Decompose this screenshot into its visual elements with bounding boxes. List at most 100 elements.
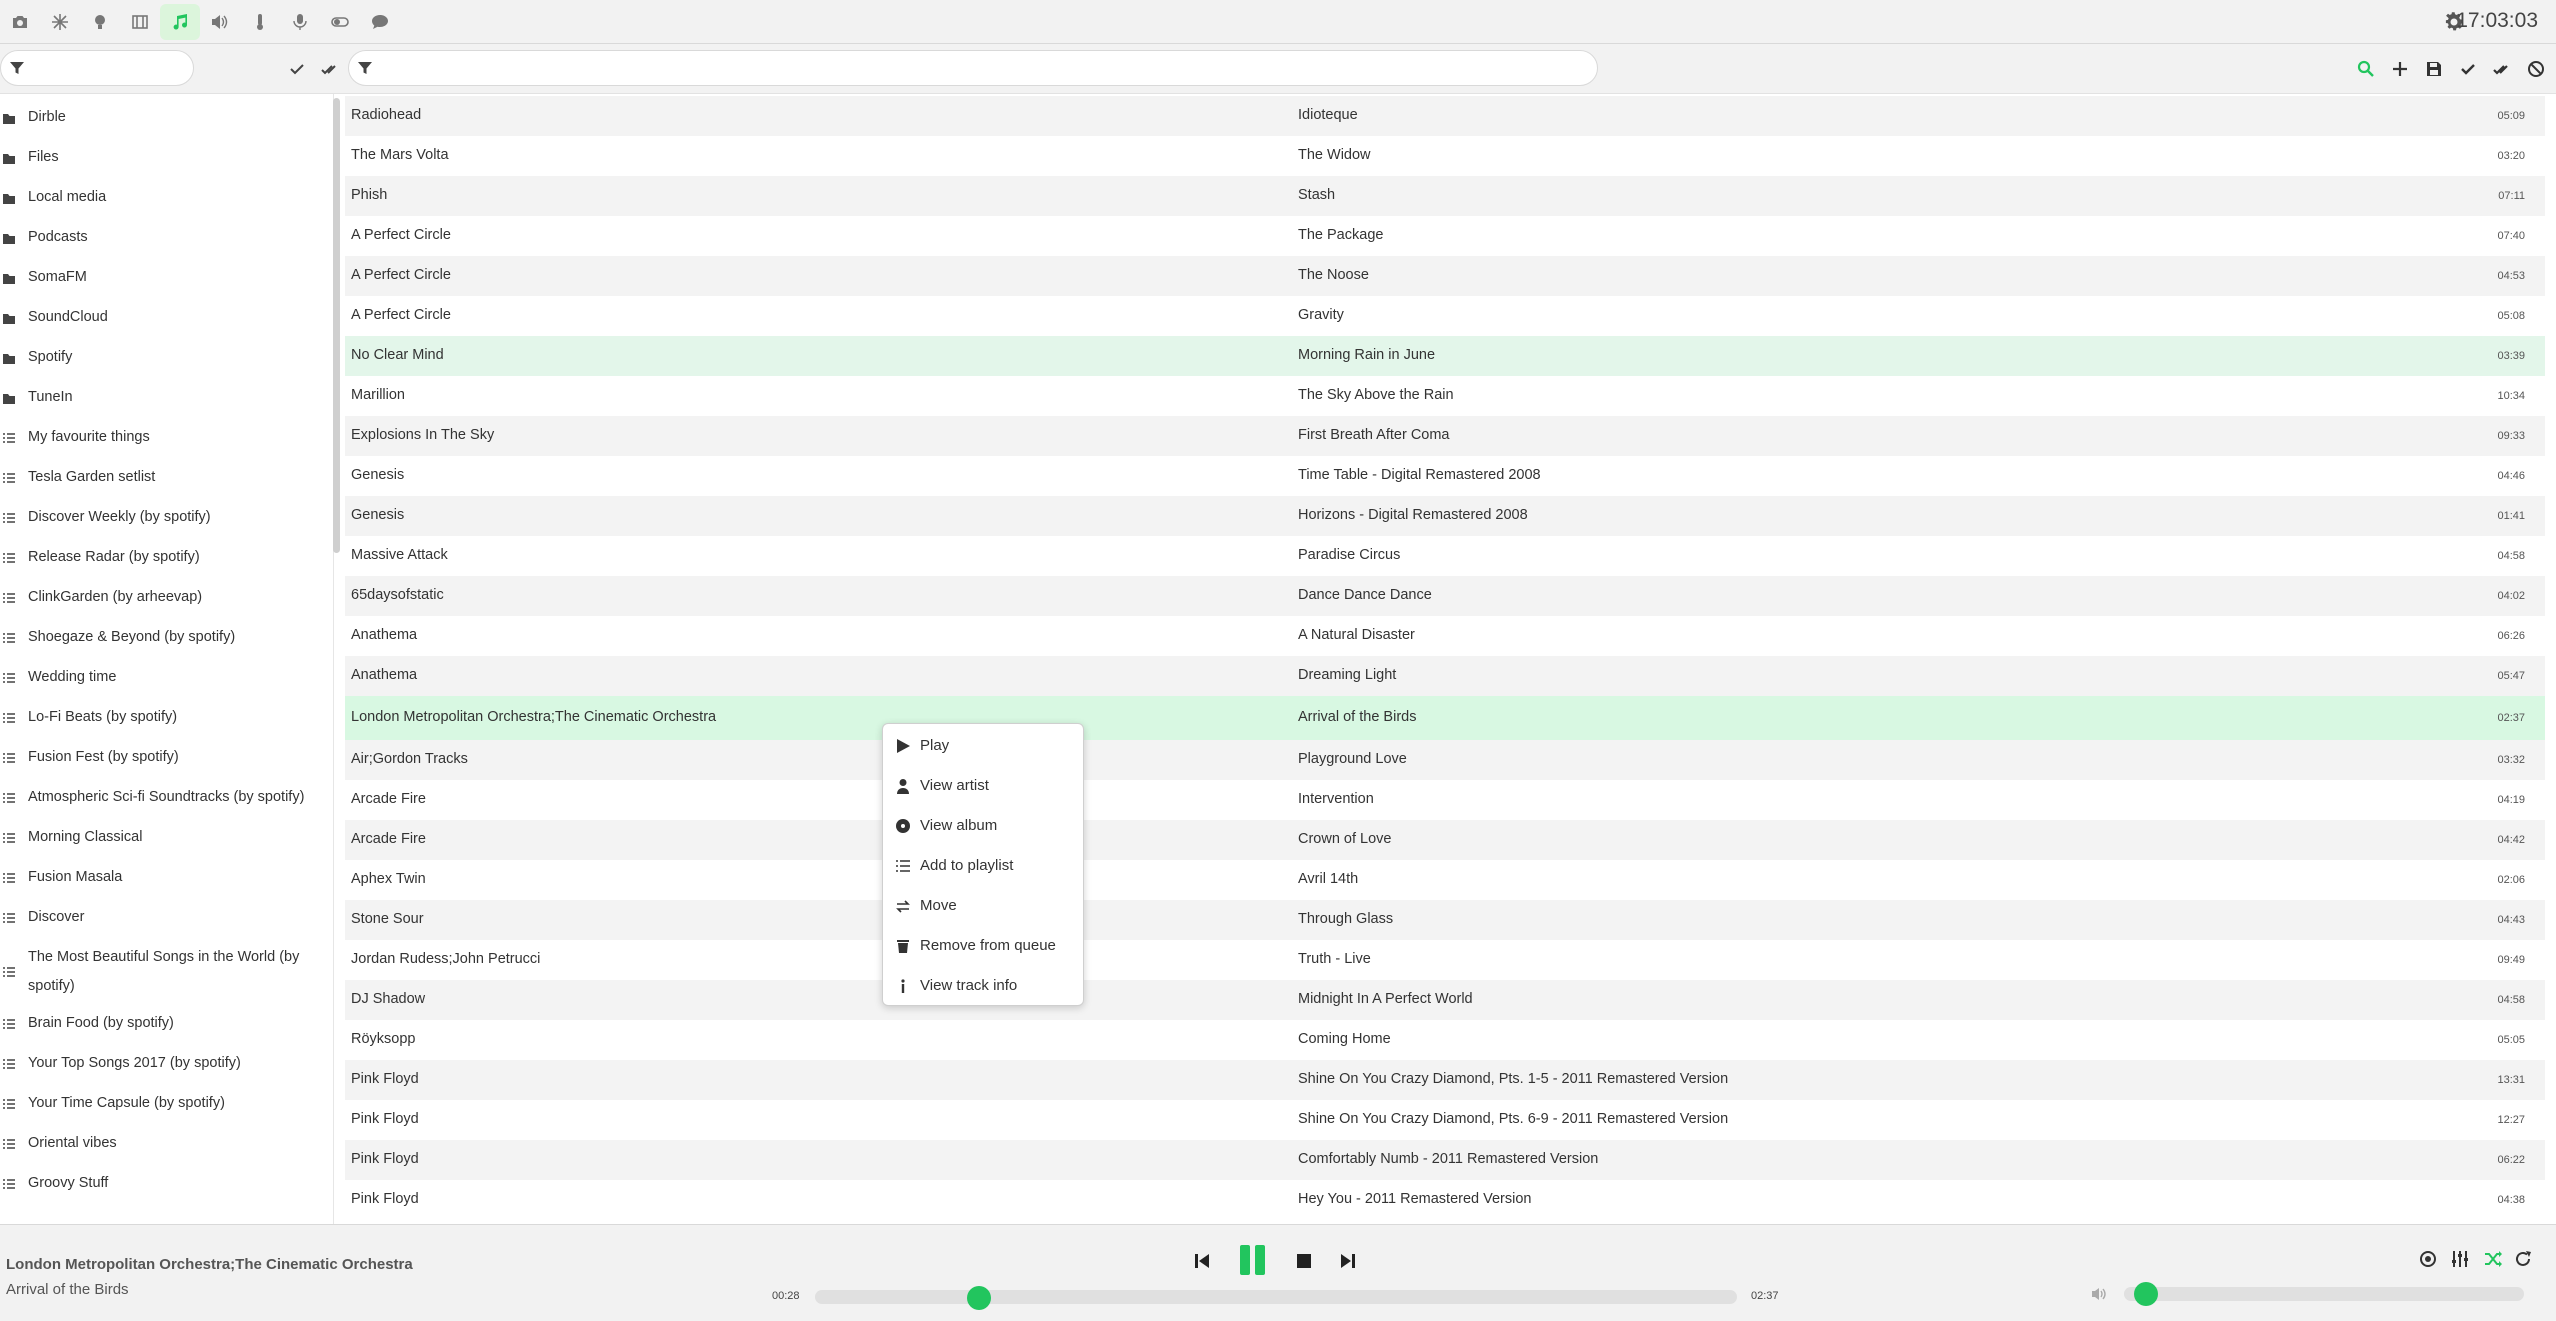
queue-row[interactable]: Pink Floyd Comfortably Numb - 2011 Remast… <box>345 1140 2545 1180</box>
plugin-button-camera[interactable] <box>0 4 40 40</box>
sidebar-item[interactable]: TuneIn <box>0 378 320 418</box>
sidebar-item[interactable]: ClinkGarden (by arheevap) <box>0 578 320 618</box>
queue-row[interactable]: Aphex Twin Avril 14th 02:06 <box>345 860 2545 900</box>
sidebar-item[interactable]: My favourite things <box>0 418 320 458</box>
now-playing-title[interactable]: Arrival of the Birds <box>6 1281 129 1298</box>
stop-icon[interactable] <box>1293 1250 1315 1272</box>
queue-row[interactable]: Stone Sour Through Glass 04:43 <box>345 900 2545 940</box>
queue-row[interactable]: Massive Attack Paradise Circus 04:58 <box>345 536 2545 576</box>
track-artist: Pink Floyd <box>351 1071 419 1087</box>
save-icon[interactable] <box>2424 59 2444 79</box>
queue-row[interactable]: A Perfect Circle Gravity 05:08 <box>345 296 2545 336</box>
queue-row[interactable]: London Metropolitan Orchestra;The Cinema… <box>345 696 2545 740</box>
context-menu-item[interactable]: Play <box>883 726 1083 766</box>
plugin-button-thermometer[interactable] <box>240 4 280 40</box>
search-icon[interactable] <box>2356 59 2376 79</box>
context-menu-item[interactable]: View artist <box>883 766 1083 806</box>
plugin-button-microphone[interactable] <box>280 4 320 40</box>
sidebar-item[interactable]: Dirble <box>0 98 320 138</box>
volume-knob[interactable] <box>2134 1282 2158 1306</box>
shuffle-icon[interactable] <box>2483 1249 2503 1269</box>
equalizer-icon[interactable] <box>2450 1249 2470 1269</box>
check-all-icon[interactable] <box>320 59 340 79</box>
queue-row[interactable]: Jordan Rudess;John Petrucci Truth - Live 0… <box>345 940 2545 980</box>
sidebar-item[interactable]: Lo-Fi Beats (by spotify) <box>0 698 320 738</box>
context-menu-item[interactable]: View track info <box>883 966 1083 1006</box>
sidebar-item[interactable]: Files <box>0 138 320 178</box>
sidebar-item[interactable]: Wedding time <box>0 658 320 698</box>
sidebar-filter-input[interactable] <box>31 55 181 81</box>
plugin-button-lightbulb[interactable] <box>80 4 120 40</box>
queue-row[interactable]: Air;Gordon Tracks Playground Love 03:32 <box>345 740 2545 780</box>
sidebar-item[interactable]: SoundCloud <box>0 298 320 338</box>
plugin-button-music[interactable] <box>160 4 200 40</box>
queue-row[interactable]: Röyksopp Coming Home 05:05 <box>345 1020 2545 1060</box>
queue-row[interactable]: A Perfect Circle The Package 07:40 <box>345 216 2545 256</box>
queue-row[interactable]: The Mars Volta The Widow 03:20 <box>345 136 2545 176</box>
sidebar-scrollbar[interactable] <box>333 98 340 553</box>
add-icon[interactable] <box>2390 59 2410 79</box>
plugin-button-film[interactable] <box>120 4 160 40</box>
pause-icon[interactable] <box>1238 1243 1268 1277</box>
queue-row[interactable]: Pink Floyd Shine On You Crazy Diamond, Pt… <box>345 1060 2545 1100</box>
context-menu-item[interactable]: Move <box>883 886 1083 926</box>
sidebar-item[interactable]: Morning Classical <box>0 818 320 858</box>
sidebar-item[interactable]: Discover <box>0 898 320 938</box>
queue-row[interactable]: 65daysofstatic Dance Dance Dance 04:02 <box>345 576 2545 616</box>
context-menu-item[interactable]: Add to playlist <box>883 846 1083 886</box>
seek-knob[interactable] <box>967 1286 992 1310</box>
block-icon[interactable] <box>2526 59 2546 79</box>
volume-slider[interactable] <box>2124 1282 2524 1306</box>
sidebar-item[interactable]: SomaFM <box>0 258 320 298</box>
plugin-button-volume[interactable] <box>200 4 240 40</box>
queue-row[interactable]: Arcade Fire Intervention 04:19 <box>345 780 2545 820</box>
context-menu-item[interactable]: View album <box>883 806 1083 846</box>
check-icon[interactable] <box>2458 59 2478 79</box>
queue-row[interactable]: Explosions In The Sky First Breath After … <box>345 416 2545 456</box>
now-playing-artist[interactable]: London Metropolitan Orchestra;The Cinema… <box>6 1256 413 1273</box>
plugin-button-chat[interactable] <box>360 4 400 40</box>
queue-row[interactable]: Anathema A Natural Disaster 06:26 <box>345 616 2545 656</box>
volume-icon[interactable] <box>2090 1285 2108 1303</box>
queue-row[interactable]: Genesis Horizons - Digital Remastered 200… <box>345 496 2545 536</box>
queue-row[interactable]: Pink Floyd Hey You - 2011 Remastered Vers… <box>345 1180 2545 1220</box>
sidebar-item[interactable]: Tesla Garden setlist <box>0 458 320 498</box>
check-icon[interactable] <box>287 59 307 79</box>
sidebar-item[interactable]: Groovy Stuff <box>0 1164 320 1204</box>
queue-row[interactable]: Anathema Dreaming Light 05:47 <box>345 656 2545 696</box>
check-all-icon[interactable] <box>2492 59 2512 79</box>
sidebar-item[interactable]: Fusion Masala <box>0 858 320 898</box>
plugin-button-toggle[interactable] <box>320 4 360 40</box>
queue-row[interactable]: Radiohead Idioteque 05:09 <box>345 96 2545 136</box>
queue-row[interactable]: Phish Stash 07:11 <box>345 176 2545 216</box>
sidebar-item[interactable]: Podcasts <box>0 218 320 258</box>
previous-icon[interactable] <box>1191 1250 1213 1272</box>
sidebar-item[interactable]: Discover Weekly (by spotify) <box>0 498 320 538</box>
radio-icon[interactable] <box>2418 1249 2438 1269</box>
queue-row[interactable]: Pink Floyd Shine On You Crazy Diamond, Pt… <box>345 1100 2545 1140</box>
sidebar-item[interactable]: Shoegaze & Beyond (by spotify) <box>0 618 320 658</box>
seek-bar[interactable] <box>815 1286 1737 1310</box>
sidebar-item[interactable]: Your Time Capsule (by spotify) <box>0 1084 320 1124</box>
sidebar-item[interactable]: Oriental vibes <box>0 1124 320 1164</box>
queue-row[interactable]: A Perfect Circle The Noose 04:53 <box>345 256 2545 296</box>
queue-row[interactable]: Arcade Fire Crown of Love 04:42 <box>345 820 2545 860</box>
sidebar-item[interactable]: Brain Food (by spotify) <box>0 1004 320 1044</box>
queue-row[interactable]: DJ Shadow Midnight In A Perfect World 04:5… <box>345 980 2545 1020</box>
plugin-button-snowflake[interactable] <box>40 4 80 40</box>
sidebar-item[interactable]: Fusion Fest (by spotify) <box>0 738 320 778</box>
sidebar-item[interactable]: Release Radar (by spotify) <box>0 538 320 578</box>
sidebar-item[interactable]: Local media <box>0 178 320 218</box>
next-icon[interactable] <box>1337 1250 1359 1272</box>
queue-filter-input[interactable] <box>379 55 1579 81</box>
sidebar-item[interactable]: Atmospheric Sci-fi Soundtracks (by spoti… <box>0 778 320 818</box>
sidebar-item[interactable]: Spotify <box>0 338 320 378</box>
track-title: The Widow <box>1298 147 1371 163</box>
queue-row[interactable]: Marillion The Sky Above the Rain 10:34 <box>345 376 2545 416</box>
queue-row[interactable]: No Clear Mind Morning Rain in June 03:39 <box>345 336 2545 376</box>
context-menu-item[interactable]: Remove from queue <box>883 926 1083 966</box>
queue-row[interactable]: Genesis Time Table - Digital Remastered 2… <box>345 456 2545 496</box>
sidebar-item[interactable]: The Most Beautiful Songs in the World (b… <box>0 938 320 1004</box>
sidebar-item[interactable]: Your Top Songs 2017 (by spotify) <box>0 1044 320 1084</box>
repeat-icon[interactable] <box>2513 1249 2533 1269</box>
